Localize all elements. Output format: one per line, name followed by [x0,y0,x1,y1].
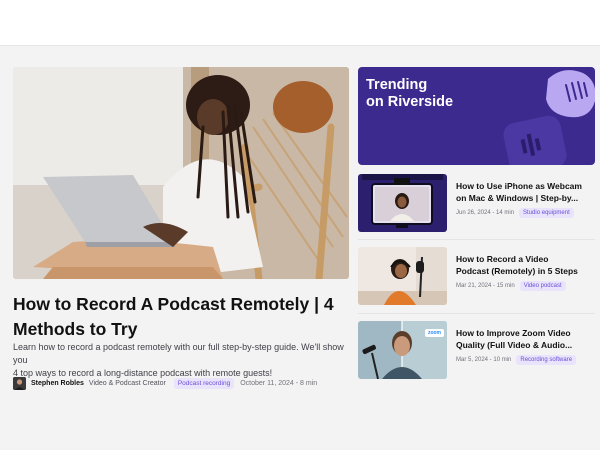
divider [358,239,595,240]
article-title-line-2[interactable]: on Mac & Windows | Step-by... [456,192,595,204]
article-date: Mar 5, 2024 - 10 min [456,357,512,363]
author-role: Video & Podcast Creator [88,379,166,387]
article-title-line-1[interactable]: How to Record a Video [456,253,595,265]
article-date: Mar 21, 2024 - 15 min [456,283,515,289]
article-meta: Mar 21, 2024 - 15 min Video podcast [456,281,566,291]
article-title-line-1[interactable]: How to Use iPhone as Webcam [456,180,595,192]
trending-decoration [503,70,595,165]
author-avatar [13,376,26,390]
article-tag[interactable]: Studio equipment [519,208,574,218]
article-thumbnail[interactable] [358,174,447,232]
article-title[interactable]: How to Improve Zoom Video Quality (Full … [456,327,595,351]
featured-article-meta: Stephen Robles Video & Podcast Creator P… [13,376,317,390]
article-title[interactable]: How to Use iPhone as Webcam on Mac & Win… [456,180,595,204]
article-meta: Jun 26, 2024 - 14 min Studio equipment [456,208,574,218]
article-thumbnail[interactable]: zoom [358,321,447,379]
featured-title-line-2[interactable]: Methods to Try [13,317,343,342]
zoom-badge: zoom [424,329,444,337]
article-thumbnail[interactable] [358,247,447,305]
divider [358,313,595,314]
excerpt-line-1: Learn how to record a podcast remotely w… [13,342,344,365]
author-name[interactable]: Stephen Robles [31,380,84,387]
article-title[interactable]: How to Record a Video Podcast (Remotely)… [456,253,595,277]
publish-date: October 11, 2024 - 8 min [240,379,318,387]
article-tag[interactable]: Video podcast [519,281,566,291]
trending-banner: Trending on Riverside [358,67,595,165]
article-title-line-2[interactable]: Quality (Full Video & Audio... [456,339,595,351]
top-nav-bar [0,0,600,46]
featured-article-image[interactable] [13,67,349,279]
article-title-line-1[interactable]: How to Improve Zoom Video [456,327,595,339]
featured-article-title[interactable]: How to Record A Podcast Remotely | 4 Met… [13,292,343,342]
article-date: Jun 26, 2024 - 14 min [456,210,515,216]
category-tag[interactable]: Podcast recording [173,377,235,389]
featured-title-line-1[interactable]: How to Record A Podcast Remotely | 4 [13,292,343,317]
article-card[interactable]: How to Record a Video Podcast (Remotely)… [358,247,595,305]
article-card[interactable]: zoom How to Improve Zoom Video Quality (… [358,321,595,379]
featured-article-excerpt: Learn how to record a podcast remotely w… [13,341,351,380]
article-card[interactable]: How to Use iPhone as Webcam on Mac & Win… [358,174,595,232]
article-meta: Mar 5, 2024 - 10 min Recording software [456,355,577,365]
article-tag[interactable]: Recording software [516,355,577,365]
article-title-line-2[interactable]: Podcast (Remotely) in 5 Steps [456,265,595,277]
